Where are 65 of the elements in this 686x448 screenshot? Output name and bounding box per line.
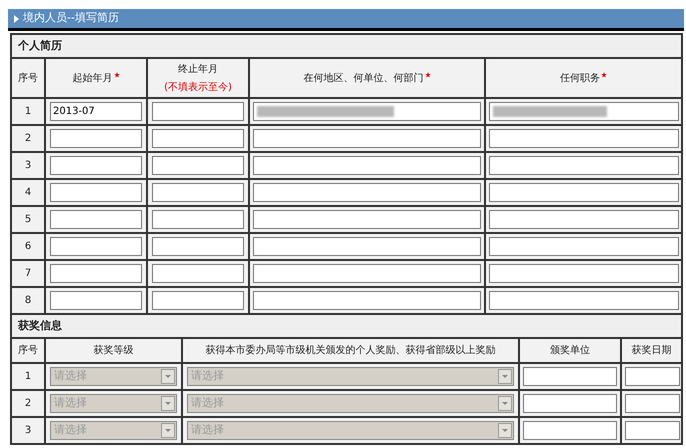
required-icon [114, 72, 120, 78]
column-header: 起始年月 [72, 72, 112, 84]
input-field[interactable] [50, 156, 142, 175]
input-field[interactable] [489, 156, 679, 175]
input-field[interactable] [253, 210, 481, 229]
section-title: 个人简历 [11, 34, 682, 58]
input-field[interactable] [253, 129, 481, 148]
input-field[interactable] [253, 156, 481, 175]
column-header: 序号 [18, 72, 38, 84]
required-icon [601, 72, 607, 78]
input-field[interactable] [523, 394, 617, 413]
row-number: 8 [24, 295, 32, 306]
column-header: 任何职务 [560, 72, 600, 84]
column-header: 获奖日期 [632, 345, 672, 356]
input-field[interactable] [625, 367, 680, 386]
input-field[interactable] [152, 129, 244, 148]
column-header: 在何地区、何单位、何部门 [304, 72, 424, 84]
column-header: 获得本市委办局等市级机关颁发的个人奖励、获得省部级以上奖励 [206, 345, 496, 356]
row-number: 3 [24, 425, 32, 436]
page-title: 境内人员--填写简历 [23, 10, 119, 26]
input-field[interactable] [152, 183, 244, 202]
input-field[interactable] [152, 291, 244, 310]
input-field[interactable] [625, 421, 680, 440]
input-field[interactable] [50, 129, 142, 148]
row-number: 3 [24, 160, 32, 171]
input-field[interactable] [625, 394, 680, 413]
input-field[interactable] [50, 237, 142, 256]
row-number: 6 [24, 241, 32, 252]
input-field[interactable] [489, 291, 679, 310]
input-field[interactable] [152, 210, 244, 229]
section-title: 获奖信息 [11, 314, 682, 338]
row-number: 5 [24, 214, 32, 225]
required-icon [424, 72, 430, 78]
input-field[interactable] [523, 367, 617, 386]
column-header: 终止年月 [178, 64, 218, 74]
input-field[interactable] [253, 264, 481, 283]
input-field[interactable] [489, 264, 679, 283]
row-number: 7 [24, 268, 32, 279]
input-field[interactable] [253, 237, 481, 256]
input-field[interactable]: 2013-07 [50, 102, 142, 121]
input-field[interactable] [489, 183, 679, 202]
input-field[interactable] [50, 264, 142, 283]
column-header: 获奖等级 [94, 345, 134, 356]
input-field[interactable] [253, 183, 481, 202]
column-note: (不填表示至今) [164, 80, 232, 94]
input-field[interactable] [523, 421, 617, 440]
column-header: 序号 [18, 345, 38, 356]
input-field[interactable] [152, 264, 244, 283]
row-number: 2 [24, 398, 32, 409]
row-number: 4 [24, 187, 32, 198]
input-field[interactable] [50, 291, 142, 310]
input-field[interactable] [489, 237, 679, 256]
input-field[interactable] [152, 102, 244, 121]
input-field[interactable] [489, 210, 679, 229]
input-field[interactable] [152, 237, 244, 256]
input-field[interactable] [152, 156, 244, 175]
triangle-icon [14, 14, 19, 22]
input-field[interactable] [489, 129, 679, 148]
input-field[interactable] [50, 183, 142, 202]
column-header: 颁奖单位 [550, 345, 590, 356]
input-field[interactable] [50, 210, 142, 229]
row-number: 2 [24, 133, 32, 144]
row-number: 1 [24, 106, 32, 117]
input-field[interactable] [253, 291, 481, 310]
row-number: 1 [24, 371, 32, 382]
